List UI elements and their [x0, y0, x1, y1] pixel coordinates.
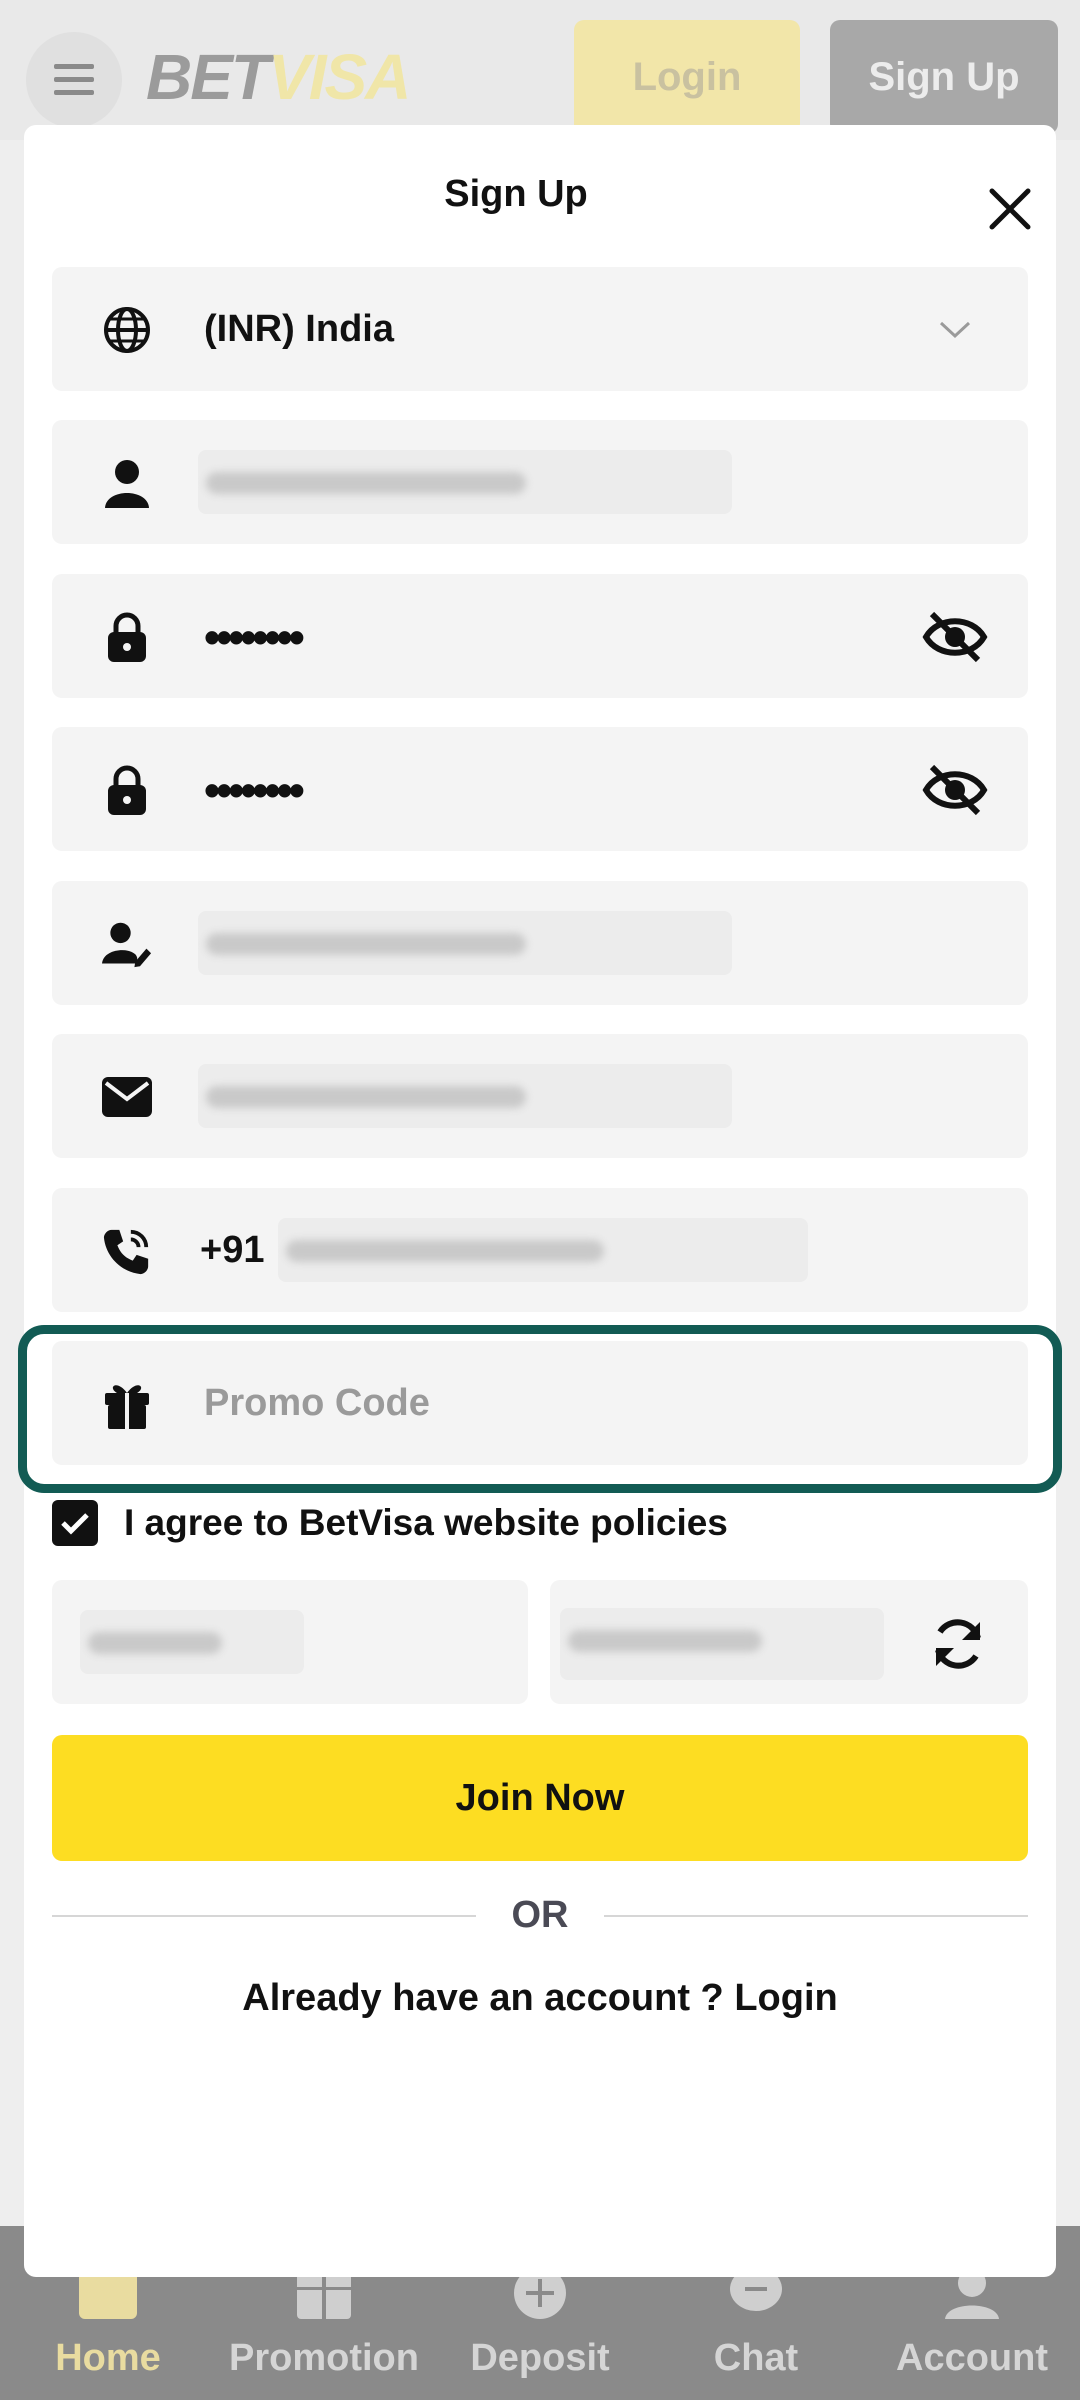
captcha-image: [550, 1580, 1028, 1704]
currency-select[interactable]: (INR) India: [52, 267, 1028, 391]
redacted-phone-value: [278, 1218, 808, 1282]
hamburger-menu-icon: [54, 64, 94, 95]
nav-label-account: Account: [896, 2337, 1048, 2379]
logo-visa: VISA: [268, 41, 411, 113]
app-header: BETVISA Login Sign Up: [0, 0, 1080, 140]
promo-code-highlight: [18, 1325, 1062, 1493]
nav-label-promotion: Promotion: [229, 2337, 419, 2379]
logo-bet: BET: [146, 41, 270, 113]
header-login-button[interactable]: Login: [574, 20, 800, 134]
currency-select-value: (INR) India: [204, 308, 394, 350]
divider-line-right: [604, 1915, 1028, 1917]
full-name-field[interactable]: [52, 881, 1028, 1005]
globe-icon: [102, 305, 152, 355]
signup-modal: Sign Up (INR) India •••••••• •••••••• +9…: [18, 125, 1062, 2277]
refresh-icon: [935, 1619, 981, 1669]
betvisa-logo: BETVISA: [146, 40, 411, 114]
nav-label-chat: Chat: [713, 2337, 799, 2379]
close-icon: [989, 188, 1031, 230]
redacted-captcha-input: [80, 1610, 304, 1674]
close-button[interactable]: [970, 169, 1050, 249]
agree-policies[interactable]: I agree to BetVisa website policies: [52, 1500, 728, 1546]
password-value: ••••••••: [204, 611, 305, 663]
modal-title: Sign Up: [444, 173, 588, 215]
person-icon: [102, 458, 152, 508]
nav-label-home: Home: [55, 2337, 161, 2379]
lock-icon: [102, 612, 152, 662]
envelope-icon: [102, 1072, 152, 1122]
redacted-full-name-value: [198, 911, 732, 975]
nav-label-deposit: Deposit: [470, 2337, 610, 2379]
phone-field[interactable]: +91: [52, 1188, 1028, 1312]
eye-slash-icon[interactable]: [922, 610, 988, 664]
checkmark-icon: [61, 1513, 89, 1535]
lock-icon: [102, 765, 152, 815]
user-edit-icon: [102, 919, 152, 969]
phone-icon: [102, 1226, 152, 1276]
chevron-down-icon: [922, 303, 988, 357]
agree-checkbox[interactable]: [52, 1500, 98, 1546]
agree-text: I agree to BetVisa website policies: [124, 1502, 728, 1543]
join-now-button[interactable]: Join Now: [52, 1735, 1028, 1861]
username-field[interactable]: [52, 420, 1028, 544]
redacted-captcha-image: [560, 1608, 884, 1680]
eye-slash-icon[interactable]: [922, 763, 988, 817]
redacted-username-value: [198, 450, 732, 514]
phone-country-code: +91: [200, 1229, 265, 1271]
menu-button[interactable]: [26, 32, 122, 128]
confirm-password-value: ••••••••: [204, 764, 305, 816]
refresh-captcha-button[interactable]: [928, 1614, 988, 1674]
captcha-input[interactable]: [52, 1580, 528, 1704]
redacted-email-value: [198, 1064, 732, 1128]
email-field[interactable]: [52, 1034, 1028, 1158]
confirm-password-field[interactable]: ••••••••: [52, 727, 1028, 851]
already-account-login-link[interactable]: Already have an account ? Login: [24, 1977, 1056, 2020]
header-signup-button[interactable]: Sign Up: [830, 20, 1058, 134]
or-divider: OR: [52, 1890, 1028, 1940]
password-field[interactable]: ••••••••: [52, 574, 1028, 698]
